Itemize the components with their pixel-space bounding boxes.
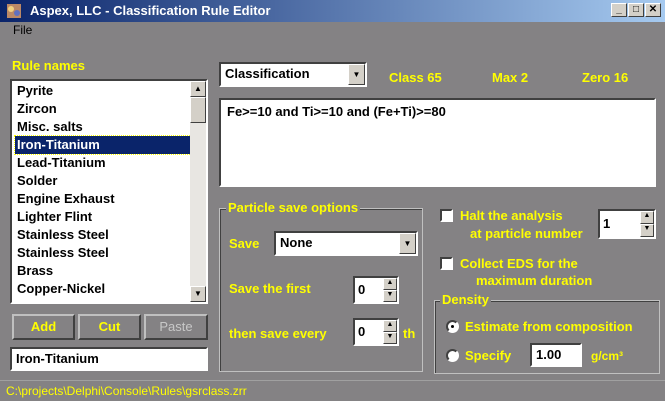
then-save-every-label: then save every [229, 326, 327, 341]
maximize-icon[interactable]: □ [628, 3, 644, 17]
rule-name-field[interactable]: Iron-Titanium [10, 347, 208, 371]
estimate-radio[interactable] [446, 320, 459, 333]
menu-file[interactable]: File [13, 23, 32, 37]
minimize-icon[interactable]: _ [611, 3, 627, 17]
scroll-down-icon[interactable]: ▼ [190, 286, 206, 302]
list-item[interactable]: Zircon [15, 100, 193, 118]
spin-down-icon[interactable]: ▼ [640, 224, 654, 237]
classification-select[interactable]: Classification ▼ [219, 62, 367, 87]
chevron-down-icon[interactable]: ▼ [348, 64, 365, 85]
save-value: None [280, 235, 313, 250]
collect-eds-label-1: Collect EDS for the [460, 256, 578, 271]
list-item[interactable]: Stainless Steel [15, 244, 193, 262]
add-button[interactable]: Add [12, 314, 75, 340]
halt-label-2: at particle number [470, 226, 583, 241]
halt-checkbox[interactable] [440, 209, 453, 222]
status-path: C:\projects\Delphi\Console\Rules\gsrclas… [6, 384, 247, 398]
list-item[interactable]: Lighter Flint [15, 208, 193, 226]
class-label: Class 65 [389, 70, 442, 85]
spin-up-icon[interactable]: ▲ [383, 320, 397, 332]
rule-names-header: Rule names [12, 58, 85, 73]
list-item[interactable]: Engine Exhaust [15, 190, 193, 208]
list-item[interactable]: Iron-Titanium [14, 135, 194, 155]
menu-bar [0, 22, 665, 40]
rule-list[interactable]: Pyrite Zircon Misc. salts Iron-Titanium … [10, 79, 208, 304]
save-label: Save [229, 236, 260, 251]
collect-eds-label-2: maximum duration [476, 273, 593, 288]
list-item[interactable]: Solder [15, 172, 193, 190]
zero-label: Zero 16 [582, 70, 629, 85]
scroll-thumb[interactable] [190, 97, 206, 123]
list-item[interactable]: Copper-Nickel [15, 280, 193, 298]
classification-value: Classification [225, 66, 310, 81]
list-item[interactable]: Brass [15, 262, 193, 280]
max-label: Max 2 [492, 70, 529, 85]
halt-label-1: Halt the analysis [460, 208, 563, 223]
list-item[interactable]: Lead-Titanium [15, 154, 193, 172]
chevron-down-icon[interactable]: ▼ [399, 233, 416, 254]
rule-list-scrollbar[interactable]: ▲ ▼ [190, 81, 206, 302]
specify-radio[interactable] [446, 349, 459, 362]
particle-save-legend: Particle save options [226, 200, 361, 215]
spin-up-icon[interactable]: ▲ [383, 278, 397, 290]
save-first-label: Save the first [229, 281, 311, 296]
list-item[interactable]: Pyrite [15, 82, 193, 100]
halt-particle-value: 1 [603, 216, 611, 231]
list-item[interactable]: Misc. salts [15, 118, 193, 136]
density-unit: g/cm³ [591, 349, 624, 363]
paste-button[interactable]: Paste [144, 314, 208, 340]
save-select[interactable]: None ▼ [274, 231, 418, 256]
rule-expression-editor[interactable]: Fe>=10 and Ti>=10 and (Fe+Ti)>=80 [219, 98, 656, 187]
spin-up-icon[interactable]: ▲ [640, 211, 654, 224]
app-icon [7, 4, 21, 18]
save-every-stepper[interactable]: 0 ▲ ▼ [353, 318, 399, 346]
collect-eds-checkbox[interactable] [440, 257, 453, 270]
density-legend: Density [440, 292, 491, 307]
estimate-label: Estimate from composition [465, 319, 633, 334]
specify-density-input[interactable]: 1.00 [530, 343, 582, 367]
scroll-up-icon[interactable]: ▲ [190, 81, 206, 97]
specify-label: Specify [465, 348, 512, 363]
list-item[interactable]: Stainless Steel [15, 226, 193, 244]
window-title: Aspex, LLC - Classification Rule Editor [30, 3, 271, 18]
close-icon[interactable]: ✕ [645, 3, 661, 17]
th-label: th [403, 326, 416, 341]
save-first-stepper[interactable]: 0 ▲ ▼ [353, 276, 399, 304]
save-every-value: 0 [358, 324, 366, 339]
save-first-value: 0 [358, 282, 366, 297]
spin-down-icon[interactable]: ▼ [383, 332, 397, 344]
cut-button[interactable]: Cut [78, 314, 141, 340]
halt-particle-stepper[interactable]: 1 ▲ ▼ [598, 209, 656, 239]
spin-down-icon[interactable]: ▼ [383, 290, 397, 302]
